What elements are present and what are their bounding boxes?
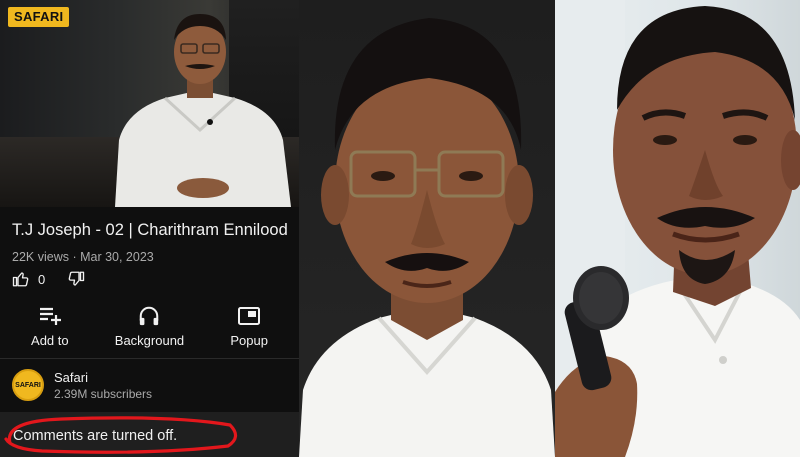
channel-name[interactable]: Safari [54,370,152,385]
channel-logo-badge: SAFARI [8,7,70,27]
middle-portrait-photo [299,0,555,457]
thumbs-down-icon [68,271,85,286]
like-button[interactable]: 0 [12,270,45,288]
video-title: T.J Joseph - 02 | Charithram Ennilood [12,221,288,239]
thumbnail-person [115,14,291,207]
background-label: Background [114,333,185,348]
channel-avatar[interactable]: SAFARI [12,369,44,401]
thumbs-up-icon [12,272,29,287]
popup-label: Popup [230,333,268,348]
video-thumbnail[interactable]: SAFARI [0,0,299,207]
channel-info: Safari 2.39M subscribers [54,370,152,401]
playlist-add-icon [39,307,61,325]
headphones-icon [140,306,159,326]
add-to-label: Add to [31,333,69,348]
add-to-button[interactable]: Add to [2,305,97,348]
video-action-row: Add to Background Popup [0,305,299,348]
like-count: 0 [38,271,46,287]
portrait-man-glasses [299,18,555,457]
dislike-button[interactable] [67,270,85,288]
right-speaker-photo [555,0,800,457]
portrait-man-microphone [555,0,800,457]
channel-row[interactable]: SAFARI Safari 2.39M subscribers [12,369,152,401]
phone-screenshot: SAFARI T.J Joseph - 02 | Charithram Enni… [0,0,299,457]
red-annotation-circle [4,416,238,454]
video-meta: 22K views · Mar 30, 2023 [12,250,154,264]
subscriber-count: 2.39M subscribers [54,386,153,401]
divider [0,358,299,359]
like-dislike-bar: 0 [12,270,85,288]
background-button[interactable]: Background [102,305,197,348]
picture-in-picture-icon [238,307,261,325]
popup-button[interactable]: Popup [202,305,297,348]
